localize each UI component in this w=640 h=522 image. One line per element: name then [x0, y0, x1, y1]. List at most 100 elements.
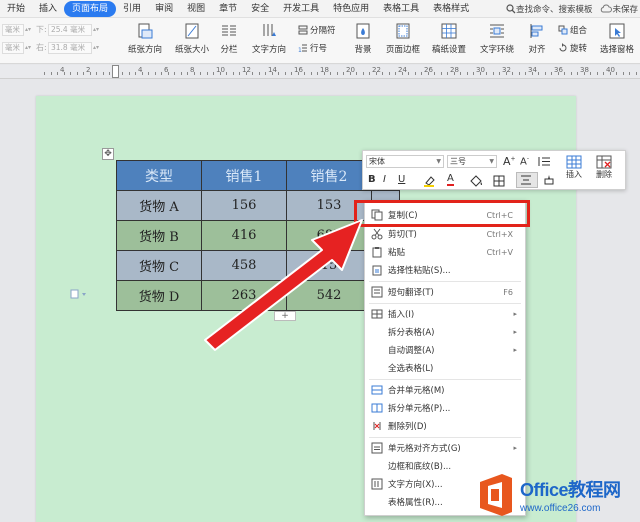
table-header-cell[interactable]: 销售2	[286, 160, 372, 191]
ruler-tick	[187, 72, 188, 75]
table-header-cell[interactable]: 销售1	[201, 160, 287, 191]
menu-item-insert[interactable]: 插入(I) ▸	[365, 305, 525, 323]
table-cell[interactable]: 542	[286, 280, 372, 311]
font-color-icon[interactable]: A	[447, 173, 454, 186]
ruler-tick	[284, 72, 286, 75]
menu-item-split-table[interactable]: 拆分表格(A) ▸	[365, 323, 525, 341]
tab-developer[interactable]: 开发工具	[276, 1, 326, 17]
sales-table[interactable]: 类型 销售1 销售2 货物 A 156 153 货物 B 416 685 货物 …	[116, 160, 400, 311]
text-wrap-button[interactable]: 文字环绕	[480, 22, 514, 55]
ruler-tick	[310, 72, 312, 75]
menu-item-cut[interactable]: 剪切(T) Ctrl+X	[365, 225, 525, 243]
selection-pane-button[interactable]: 选择窗格	[600, 22, 634, 55]
underline-icon[interactable]: U	[398, 174, 405, 185]
add-row-button[interactable]: +	[274, 311, 296, 321]
table-cell[interactable]: 416	[201, 220, 287, 251]
table-header-cell[interactable]: 类型	[116, 160, 202, 191]
tab-table-style[interactable]: 表格样式	[426, 1, 476, 17]
draft-settings-button[interactable]: 稿纸设置	[432, 22, 466, 55]
spin-icon[interactable]: ▴▾	[92, 26, 100, 33]
font-name-select[interactable]: 宋体 ▼	[366, 155, 444, 168]
table-insert-button[interactable]: 插入	[566, 155, 582, 180]
margin-bottom-field[interactable]: 25.4 毫米	[48, 23, 92, 36]
menu-item-paste-special[interactable]: 选择性粘贴(S)...	[365, 261, 525, 279]
shading-icon[interactable]	[469, 175, 483, 187]
table-cell[interactable]: 货物 C	[116, 250, 202, 281]
chevron-right-icon: ▸	[513, 444, 517, 452]
menu-item-merge-cells[interactable]: 合并单元格(M)	[365, 381, 525, 399]
table-cell[interactable]: 15	[286, 250, 372, 281]
insert-icon	[371, 308, 383, 320]
line-spacing-icon[interactable]	[537, 156, 551, 167]
page-border-button[interactable]: 页面边框	[386, 22, 420, 55]
command-search[interactable]: 查找命令、搜索模板	[498, 3, 601, 15]
cloud-status[interactable]: 未保存	[600, 3, 640, 15]
table-cell[interactable]: 货物 D	[116, 280, 202, 311]
bold-icon[interactable]: B	[368, 174, 376, 185]
ruler-tick	[564, 72, 565, 75]
spin-icon[interactable]: ▴▾	[24, 26, 32, 33]
group-button[interactable]: 组合	[558, 24, 587, 36]
table-cell[interactable]: 263	[201, 280, 287, 311]
table-delete-button[interactable]: 删除	[596, 155, 612, 180]
text-direction-button[interactable]: 文字方向	[252, 22, 286, 55]
table-cell[interactable]: 156	[201, 190, 287, 221]
menu-item-cell-alignment[interactable]: 单元格对齐方式(G) ▸	[365, 439, 525, 457]
paper-orientation-button[interactable]: 纸张方向	[128, 22, 162, 55]
grow-font-icon[interactable]: A+	[503, 155, 516, 168]
tab-sections[interactable]: 章节	[212, 1, 244, 17]
menu-item-delete-column[interactable]: 删除列(D)	[365, 417, 525, 435]
tab-home[interactable]: 开始	[0, 1, 32, 17]
tab-review[interactable]: 审阅	[148, 1, 180, 17]
columns-button[interactable]: 分栏	[220, 22, 238, 55]
highlight-icon[interactable]	[423, 175, 437, 187]
line-numbers-button[interactable]: 1 行号	[298, 42, 327, 54]
ruler-tick	[258, 72, 260, 75]
ruler-tick	[570, 72, 572, 75]
tab-references[interactable]: 引用	[116, 1, 148, 17]
tab-security[interactable]: 安全	[244, 1, 276, 17]
margin-right-field[interactable]: 31.8 毫米	[48, 41, 92, 54]
margin-top-field[interactable]: 毫米	[2, 23, 24, 36]
text-direction-label: 文字方向	[252, 45, 287, 55]
margin-left-field[interactable]: 毫米	[2, 41, 24, 54]
ruler-tick	[486, 72, 487, 75]
ruler-tick	[369, 72, 370, 75]
menu-item-paste[interactable]: 粘贴 Ctrl+V	[365, 243, 525, 261]
breaks-button[interactable]: 分隔符	[298, 24, 336, 36]
align-button[interactable]: 对齐	[528, 22, 546, 55]
table-cell[interactable]: 货物 B	[116, 220, 202, 251]
menu-item-split-cells[interactable]: 拆分单元格(P)...	[365, 399, 525, 417]
spin-icon[interactable]: ▴▾	[92, 44, 100, 51]
tab-special[interactable]: 特色应用	[326, 1, 376, 17]
search-icon	[506, 3, 516, 13]
border-icon[interactable]	[493, 175, 505, 187]
ruler-number: 2	[86, 66, 91, 74]
eraser-icon[interactable]	[543, 174, 555, 186]
menu-item-select-table[interactable]: 全选表格(L)	[365, 359, 525, 377]
spin-icon[interactable]: ▴▾	[24, 44, 32, 51]
tab-page-layout[interactable]: 页面布局	[64, 0, 117, 17]
background-button[interactable]: 背景	[354, 22, 372, 55]
italic-icon[interactable]: I	[383, 174, 386, 185]
shrink-font-icon[interactable]: A-	[520, 155, 529, 167]
tab-table-tools[interactable]: 表格工具	[376, 1, 426, 17]
font-size-select[interactable]: 三号 ▼	[447, 155, 497, 168]
table-move-handle-icon[interactable]: ✥	[102, 148, 114, 160]
table-row: 货物 D 263 542	[116, 280, 400, 311]
paragraph-marker-icon[interactable]	[70, 289, 88, 299]
table-cell[interactable]: 货物 A	[116, 190, 202, 221]
table-cell[interactable]: 458	[201, 250, 287, 281]
background-icon	[356, 23, 370, 39]
paper-size-button[interactable]: 纸张大小	[175, 22, 209, 55]
ruler-tick	[382, 72, 383, 75]
ruler-tick	[525, 72, 526, 75]
menu-item-translate[interactable]: 短句翻译(T) F6	[365, 283, 525, 301]
align-label: 对齐	[528, 45, 546, 55]
horizontal-ruler[interactable]: 42246810121416182022242628303234363840	[0, 65, 640, 79]
menu-item-auto-fit[interactable]: 自动调整(A) ▸	[365, 341, 525, 359]
indent-marker-icon[interactable]	[112, 65, 119, 78]
tab-insert[interactable]: 插入	[32, 1, 64, 17]
tab-view[interactable]: 视图	[180, 1, 212, 17]
rotate-button[interactable]: 旋转	[558, 42, 587, 54]
